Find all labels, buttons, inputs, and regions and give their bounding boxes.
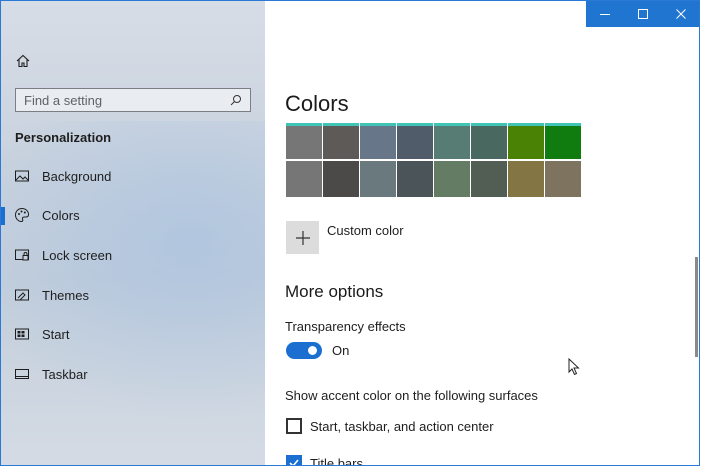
sidebar-item-label: Start (42, 326, 70, 342)
sidebar-item-label: Taskbar (42, 366, 88, 382)
sidebar-item-themes[interactable]: Themes (1, 277, 265, 313)
page-title: Colors (285, 91, 349, 116)
color-swatch[interactable] (397, 161, 433, 197)
transparency-toggle[interactable] (286, 342, 322, 359)
sidebar-item-taskbar[interactable]: Taskbar (1, 356, 265, 392)
picture-icon (15, 170, 29, 182)
custom-color-button[interactable] (286, 221, 319, 254)
sidebar-item-label: Lock screen (42, 247, 113, 263)
checkmark-icon (289, 459, 299, 465)
color-swatch[interactable] (545, 161, 581, 197)
sidebar-item-label: Background (42, 168, 112, 184)
active-indicator (1, 207, 5, 225)
color-swatch[interactable] (323, 161, 359, 197)
start-taskbar-option[interactable]: Start, taskbar, and action center (286, 418, 494, 434)
color-swatch[interactable] (471, 123, 507, 159)
palette-icon (14, 207, 30, 223)
surfaces-label: Show accent color on the following surfa… (285, 388, 538, 403)
home-icon[interactable] (15, 53, 31, 69)
sidebar-item-start[interactable]: Start (1, 316, 265, 352)
themes-icon (15, 289, 29, 301)
swatch-row (286, 161, 588, 197)
sidebar-item-background[interactable]: Background (1, 158, 265, 194)
color-swatch[interactable] (286, 123, 322, 159)
color-swatch[interactable] (360, 123, 396, 159)
start-icon (15, 328, 29, 340)
title-bars-checkbox[interactable] (286, 455, 302, 465)
color-swatch[interactable] (323, 123, 359, 159)
color-swatch[interactable] (397, 123, 433, 159)
start-taskbar-label: Start, taskbar, and action center (310, 418, 494, 434)
sidebar-item-label: Colors (42, 207, 80, 223)
start-taskbar-checkbox[interactable] (286, 418, 302, 434)
sidebar-item-colors[interactable]: Colors (1, 197, 265, 233)
sidebar: Personalization Background Colors Lock s… (1, 1, 265, 465)
more-options-heading: More options (285, 282, 384, 301)
title-bars-label: Title bars (310, 455, 363, 466)
main-content: Colors Custom color More options Transpa… (265, 1, 699, 465)
color-swatch[interactable] (286, 161, 322, 197)
color-swatch[interactable] (360, 161, 396, 197)
sidebar-item-label: Themes (42, 287, 89, 303)
sidebar-item-lock-screen[interactable]: Lock screen (1, 237, 265, 273)
transparency-label: Transparency effects (285, 319, 406, 334)
title-bars-option[interactable]: Title bars (286, 455, 363, 466)
color-swatch[interactable] (471, 161, 507, 197)
color-swatch[interactable] (508, 161, 544, 197)
search-box[interactable] (15, 88, 251, 112)
mouse-cursor-icon (568, 358, 580, 376)
search-input[interactable] (24, 92, 230, 108)
taskbar-icon (15, 369, 29, 379)
accent-color-grid (286, 123, 588, 199)
color-swatch[interactable] (434, 123, 470, 159)
swatch-row (286, 123, 588, 159)
scrollbar-thumb[interactable] (695, 257, 698, 357)
toggle-knob (308, 346, 317, 355)
plus-icon (295, 230, 310, 245)
color-swatch[interactable] (508, 123, 544, 159)
color-swatch[interactable] (434, 161, 470, 197)
search-icon[interactable] (230, 94, 242, 106)
toggle-state-label: On (332, 343, 350, 358)
custom-color-label[interactable]: Custom color (327, 223, 404, 238)
color-swatch[interactable] (545, 123, 581, 159)
settings-window: Personalization Background Colors Lock s… (0, 0, 700, 466)
section-title: Personalization (15, 130, 112, 145)
lock-screen-icon (15, 249, 29, 261)
